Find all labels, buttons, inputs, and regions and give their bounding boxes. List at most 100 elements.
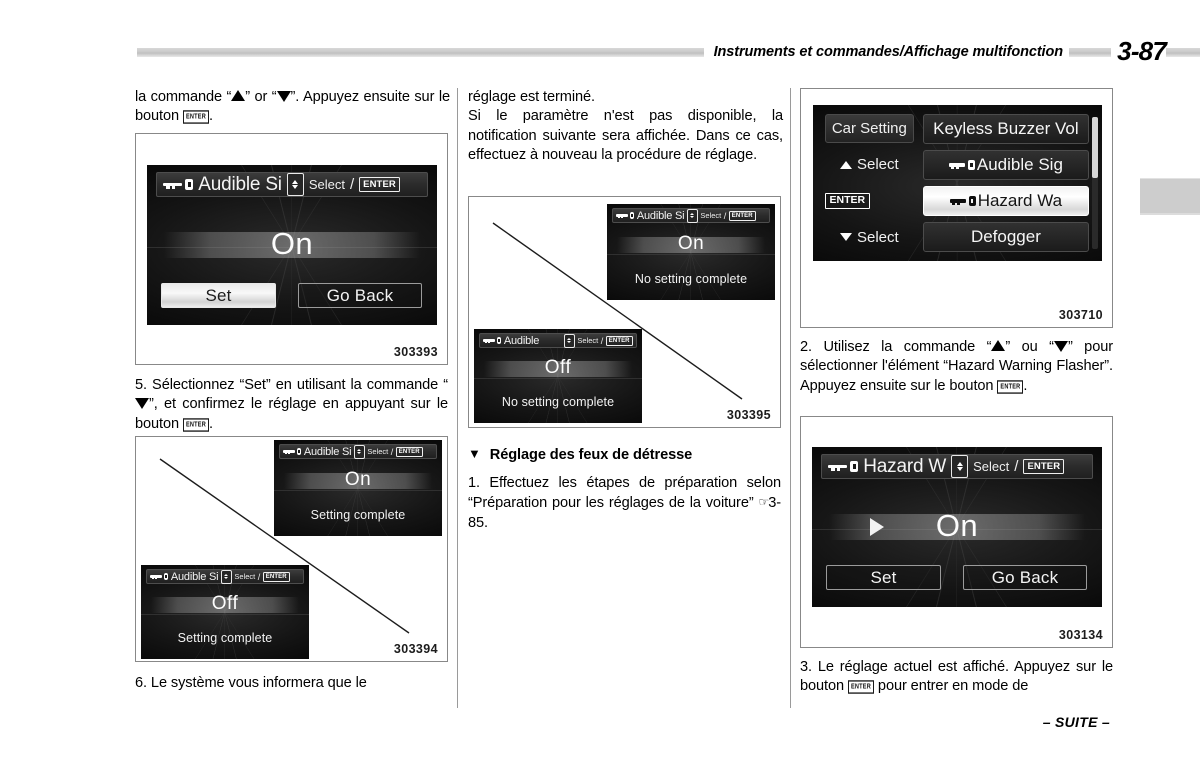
figure-number: 303395 bbox=[726, 408, 771, 422]
footer-continued-label: – SUITE – bbox=[1042, 714, 1110, 730]
triangle-up-icon bbox=[231, 90, 246, 101]
lcd-header-bar: Audible Select / ENTER bbox=[479, 333, 637, 348]
up-down-select-icon bbox=[353, 444, 365, 459]
menu-item-label: Keyless Buzzer Vol bbox=[933, 119, 1079, 139]
key-icon bbox=[828, 459, 859, 474]
col1-intro-end: . bbox=[208, 108, 213, 125]
key-icon bbox=[150, 572, 169, 581]
lcd-screen-no-setting-complete-on: Audible Si Select / ENTER On No setting … bbox=[607, 204, 775, 300]
triangle-down-icon bbox=[276, 91, 291, 102]
page-reference-icon: ☞ bbox=[758, 495, 769, 510]
lcd-status-caption: Setting complete bbox=[310, 508, 406, 522]
enter-button-icon: ENTER bbox=[824, 193, 871, 209]
up-down-select-icon bbox=[286, 173, 304, 196]
lcd-screen-setting-complete-on: Audible Si Select / ENTER On Setting com… bbox=[274, 440, 442, 536]
lcd-screen-setting-complete-off: Audible Si Select / ENTER Off Setting co… bbox=[141, 565, 309, 659]
lcd-current-value: On bbox=[344, 469, 372, 490]
lcd-enter-box: ENTER bbox=[605, 335, 633, 346]
lcd-header-title: Audible Si bbox=[636, 209, 685, 222]
lcd-header-bar: Hazard W Select / ENTER bbox=[821, 454, 1093, 479]
lcd-current-value: Off bbox=[544, 357, 572, 378]
enter-button-glyph: ENTER bbox=[997, 380, 1024, 394]
triangle-up-icon bbox=[991, 340, 1006, 351]
lcd-menu-left-controls: Car Setting Select ENTER Select bbox=[824, 114, 915, 252]
enter-button-glyph: ENTER bbox=[183, 418, 209, 432]
column-divider-1 bbox=[457, 88, 458, 708]
lcd-select-label: Select bbox=[973, 459, 1010, 474]
menu-item-hazard-warning[interactable]: Hazard Wa bbox=[922, 186, 1089, 216]
lcd-menu-car-setting-label: Car Setting bbox=[824, 114, 915, 144]
lcd-status-caption: No setting complete bbox=[501, 395, 615, 409]
up-down-select-icon bbox=[686, 208, 698, 223]
lcd-select-label: Select bbox=[367, 447, 389, 456]
lcd-header-title: Hazard W bbox=[863, 455, 947, 477]
enter-button-glyph: ENTER bbox=[183, 110, 209, 125]
triangle-down-icon bbox=[135, 398, 149, 410]
lcd-menu-item-list: Keyless Buzzer Vol Audible Sig Hazard Wa bbox=[922, 114, 1089, 252]
lcd-button-set[interactable]: Set bbox=[161, 283, 276, 308]
lcd-slash: / bbox=[723, 210, 727, 221]
lcd-header-title: Audible bbox=[503, 334, 540, 347]
triangle-down-icon bbox=[839, 233, 852, 242]
key-icon bbox=[949, 194, 976, 207]
menu-item-audible-signal[interactable]: Audible Sig bbox=[922, 150, 1089, 180]
triangle-down-icon bbox=[1053, 341, 1068, 352]
col3-step2-part2: ” ou “ bbox=[1005, 339, 1054, 355]
lcd-header-title: Audible Si bbox=[303, 445, 352, 458]
lcd-menu-enter[interactable]: ENTER bbox=[824, 187, 915, 216]
column-1: la commande “” or “”. Appuyez ensuite su… bbox=[135, 88, 450, 691]
col1-step6-paragraph: 6. Le système vous informera que le bbox=[135, 675, 367, 691]
figure-number: 303393 bbox=[393, 345, 438, 359]
key-icon bbox=[948, 159, 975, 172]
lcd-menu-scroll-thumb[interactable] bbox=[1091, 117, 1098, 178]
col1-step5-part2: ”, et confirmez le réglage en appuyant s… bbox=[135, 396, 448, 432]
figure-303395: Audible Si Select / ENTER On No setting … bbox=[468, 196, 781, 428]
lcd-button-go-back[interactable]: Go Back bbox=[298, 283, 422, 308]
figure-number: 303134 bbox=[1058, 628, 1103, 642]
col2-paragraph-1: réglage est terminé. bbox=[468, 89, 595, 105]
menu-item-keyless-buzzer-vol[interactable]: Keyless Buzzer Vol bbox=[922, 114, 1089, 144]
lcd-select-label: Select bbox=[308, 177, 345, 192]
col3-step2-part1: 2. Utilisez la commande “ bbox=[800, 339, 992, 355]
lcd-current-value: Off bbox=[211, 593, 239, 614]
col3-step3-paragraph: 3. Le réglage actuel est affiché. Appuye… bbox=[800, 658, 1113, 697]
up-down-select-icon bbox=[951, 455, 969, 478]
lcd-button-set[interactable]: Set bbox=[826, 565, 941, 590]
menu-item-label: Audible Sig bbox=[976, 155, 1063, 175]
lcd-slash: / bbox=[600, 335, 604, 346]
select-down-label: Select bbox=[856, 228, 899, 246]
lcd-menu-select-down[interactable]: Select bbox=[825, 223, 915, 252]
lcd-slash: / bbox=[349, 176, 355, 193]
menu-item-label: Hazard Wa bbox=[977, 190, 1063, 210]
lcd-header-bar: Audible Si Select / ENTER bbox=[612, 208, 770, 223]
figure-303134: Hazard W Select / ENTER On Set Go Back 3… bbox=[800, 416, 1113, 648]
page-header-title: Instruments et commandes/Affichage multi… bbox=[703, 44, 1069, 60]
lcd-header-title: Audible Si bbox=[198, 173, 282, 195]
col2-step1-text: 1. Effectuez les étapes de préparation s… bbox=[468, 475, 781, 512]
page-number: 3-87 bbox=[1111, 36, 1167, 67]
lcd-screen-audible-signal-set: Audible Si Select / ENTER On Set Go Back bbox=[147, 165, 437, 325]
lcd-button-go-back[interactable]: Go Back bbox=[963, 565, 1087, 590]
figure-number: 303394 bbox=[393, 642, 438, 656]
lcd-menu-scrollbar[interactable] bbox=[1091, 117, 1098, 249]
triangle-up-icon bbox=[839, 160, 852, 169]
key-icon bbox=[163, 177, 194, 192]
col3-step2-end: . bbox=[1023, 377, 1028, 394]
menu-item-defogger[interactable]: Defogger bbox=[922, 222, 1089, 252]
select-up-label: Select bbox=[856, 156, 899, 174]
lcd-slash: / bbox=[1014, 458, 1019, 475]
key-icon bbox=[283, 447, 302, 456]
lcd-current-value: On bbox=[935, 508, 979, 543]
col2-step1-paragraph: 1. Effectuez les étapes de préparation s… bbox=[468, 474, 781, 533]
lcd-menu-select-up[interactable]: Select bbox=[825, 151, 915, 180]
col1-intro-part1: la commande “ bbox=[135, 89, 232, 105]
key-icon bbox=[483, 336, 502, 345]
lcd-screen-car-setting-menu: Car Setting Select ENTER Select Keyless … bbox=[813, 105, 1102, 261]
lcd-enter-box: ENTER bbox=[262, 571, 290, 582]
lcd-slash: / bbox=[257, 571, 261, 582]
lcd-header-title: Audible Si bbox=[170, 570, 219, 583]
section-marker-icon: ▼ bbox=[468, 446, 481, 461]
section-heading-hazard-settings: ▼ Réglage des feux de détresse bbox=[468, 447, 781, 463]
lcd-select-label: Select bbox=[577, 336, 599, 345]
lcd-select-label: Select bbox=[700, 211, 722, 220]
